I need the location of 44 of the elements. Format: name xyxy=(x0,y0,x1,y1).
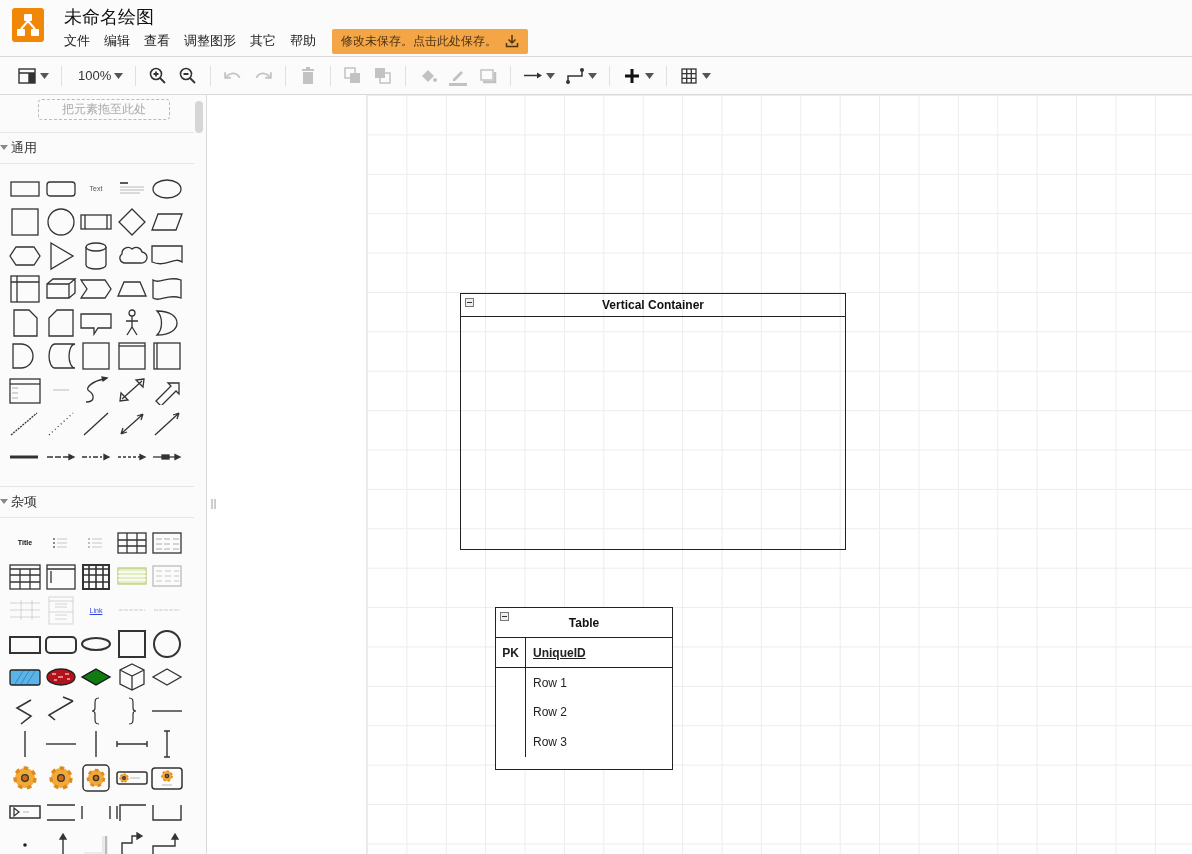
key-label: PK xyxy=(496,638,526,667)
collapse-icon[interactable] xyxy=(465,298,474,307)
document-title[interactable]: 未命名绘图 xyxy=(64,6,528,28)
table-row-text: Row 1 xyxy=(532,674,567,692)
container-title: Vertical Container xyxy=(601,298,704,312)
caret-icon xyxy=(114,72,124,79)
caret-icon xyxy=(645,72,655,79)
caret-icon xyxy=(0,499,8,506)
caret-icon xyxy=(546,72,556,79)
menu-item[interactable]: 文件 xyxy=(64,28,97,54)
section-header[interactable]: 杂项 xyxy=(0,486,194,519)
download-icon xyxy=(505,34,519,48)
menu-item[interactable]: 查看 xyxy=(144,28,177,54)
app-logo xyxy=(12,8,44,42)
container-shape[interactable]: Vertical Container xyxy=(460,293,846,550)
caret-icon xyxy=(40,72,49,79)
table-icon xyxy=(679,65,700,86)
menu-item[interactable]: 帮助 xyxy=(290,28,323,54)
menu-item[interactable]: 其它 xyxy=(250,28,283,54)
elbow-connector-icon xyxy=(565,65,586,86)
to-back-icon xyxy=(373,65,394,86)
splitter-handle-icon[interactable] xyxy=(211,499,216,509)
table-title: Table xyxy=(568,615,600,630)
caret-icon xyxy=(588,72,598,79)
scrollbar-thumb[interactable] xyxy=(195,101,203,133)
table-shape[interactable]: Table PK UniqueID Row 1 Row 2 Row 3 xyxy=(495,607,673,770)
internal-storage-icon[interactable] xyxy=(7,274,43,305)
table-row-text: Row 2 xyxy=(532,704,567,722)
zoom-dropdown[interactable]: 100% xyxy=(69,61,129,90)
caret-icon xyxy=(0,145,8,151)
table-header-icon[interactable] xyxy=(7,561,43,592)
table-row-text: Row 3 xyxy=(532,733,567,751)
section-header[interactable]: 通用 xyxy=(0,132,194,164)
menu-item[interactable]: 调整图形 xyxy=(184,28,243,54)
undo-icon xyxy=(224,71,243,80)
layout-panel-icon xyxy=(17,65,37,86)
caret-icon xyxy=(702,72,712,79)
arrow-icon xyxy=(524,71,543,80)
save-notice-button[interactable]: 修改未保存。点击此处保存。 xyxy=(332,28,528,54)
list-box-icon[interactable] xyxy=(7,375,43,406)
collapse-icon[interactable] xyxy=(500,612,509,621)
menu-item[interactable]: 编辑 xyxy=(104,28,137,54)
redo-icon xyxy=(254,71,273,80)
key-field-name: UniqueID xyxy=(532,644,586,662)
